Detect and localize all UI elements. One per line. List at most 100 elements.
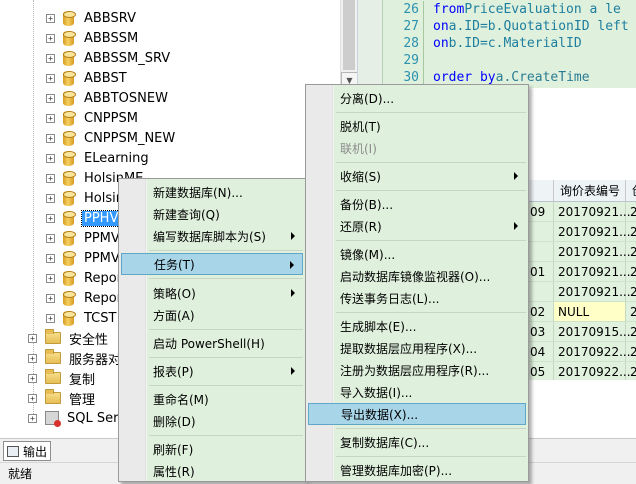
tree-node-db[interactable]: + CNPPSM: [46, 108, 140, 128]
expand-icon[interactable]: +: [46, 133, 55, 143]
grid-cell[interactable]: [526, 222, 554, 242]
tree-node-label[interactable]: PPMV: [82, 231, 122, 246]
tree-node-label[interactable]: CNPPSM: [82, 111, 140, 126]
expand-icon[interactable]: +: [28, 413, 37, 423]
tasks-submenu[interactable]: 分离(D)... 脱机(T) 联机(I) 收缩(S) 备份(B)... 还原(R…: [305, 84, 529, 482]
results-header[interactable]: 询价表编号: [554, 180, 626, 202]
expand-icon[interactable]: +: [46, 13, 55, 23]
tree-node-db[interactable]: + ELearning: [46, 148, 151, 168]
grid-cell[interactable]: 03: [526, 322, 554, 342]
grid-cell[interactable]: 2: [626, 222, 636, 242]
grid-cell[interactable]: [526, 282, 554, 302]
expand-icon[interactable]: +: [46, 233, 55, 243]
tree-node-db[interactable]: + ABBSSM: [46, 28, 140, 48]
expand-icon[interactable]: +: [46, 153, 55, 163]
tree-node-label[interactable]: 管理: [67, 389, 97, 408]
tree-node-label[interactable]: PPMV: [82, 251, 122, 266]
grid-cell[interactable]: 05: [526, 362, 554, 380]
menu-item-rename[interactable]: 重命名(M): [121, 388, 303, 410]
menu-item-mirror[interactable]: 镜像(M)...: [308, 243, 526, 265]
results-header-prev[interactable]: [526, 180, 554, 202]
tree-node-db[interactable]: + Repor: [46, 288, 124, 308]
menu-item-refresh[interactable]: 刷新(F): [121, 438, 303, 460]
tree-node-label[interactable]: ABBSSM_SRV: [82, 51, 172, 66]
tree-node-label[interactable]: ABBST: [82, 71, 129, 86]
expand-icon[interactable]: +: [28, 373, 37, 383]
menu-item-new-database[interactable]: 新建数据库(N)...: [121, 181, 303, 203]
expand-icon[interactable]: +: [46, 53, 55, 63]
expand-icon[interactable]: +: [46, 173, 55, 183]
menu-item-ship-transaction-logs[interactable]: 传送事务日志(L)...: [308, 287, 526, 309]
tree-scrollbar[interactable]: ▼: [340, 0, 357, 90]
grid-cell[interactable]: 20170915...: [554, 322, 631, 342]
menu-item-copy-database[interactable]: 复制数据库(C)...: [308, 431, 526, 453]
grid-cell[interactable]: 20170921...: [554, 282, 631, 302]
grid-cell[interactable]: 20170921...: [554, 262, 631, 282]
tree-node-folder[interactable]: + 安全性: [28, 328, 110, 348]
menu-item-extract-data-tier-app[interactable]: 提取数据层应用程序(X)...: [308, 337, 526, 359]
tree-node-db[interactable]: + Repor: [46, 268, 124, 288]
grid-cell-null[interactable]: NULL: [554, 302, 626, 322]
menu-item-script-database[interactable]: 编写数据库脚本为(S): [121, 225, 303, 247]
grid-cell[interactable]: 2: [626, 282, 636, 302]
menu-item-shrink[interactable]: 收缩(S): [308, 165, 526, 187]
grid-cell[interactable]: 20170921...: [554, 242, 631, 262]
grid-cell[interactable]: 2: [626, 342, 636, 362]
grid-cell[interactable]: 04: [526, 342, 554, 362]
expand-icon[interactable]: +: [46, 193, 55, 203]
menu-item-register-data-tier-app[interactable]: 注册为数据层应用程序(R)...: [308, 359, 526, 381]
expand-icon[interactable]: +: [46, 73, 55, 83]
menu-item-policies[interactable]: 策略(O): [121, 282, 303, 304]
tree-node-label[interactable]: TCST: [82, 311, 118, 326]
menu-item-generate-scripts[interactable]: 生成脚本(E)...: [308, 315, 526, 337]
grid-cell[interactable]: 2: [626, 202, 636, 222]
tree-node-db[interactable]: + PPMV: [46, 248, 122, 268]
tree-node-db[interactable]: + Holsin: [46, 188, 126, 208]
tree-node-label[interactable]: CNPPSM_NEW: [82, 131, 177, 146]
expand-icon[interactable]: +: [46, 93, 55, 103]
menu-item-properties[interactable]: 属性(R): [121, 460, 303, 482]
expand-icon[interactable]: +: [28, 333, 37, 343]
menu-item-detach[interactable]: 分离(D)...: [308, 87, 526, 109]
tree-node-label[interactable]: ABBSSM: [82, 31, 140, 46]
expand-icon[interactable]: +: [46, 213, 55, 223]
menu-item-new-query[interactable]: 新建查询(Q): [121, 203, 303, 225]
grid-cell[interactable]: 20170921...: [554, 222, 631, 242]
tree-node-db[interactable]: + TCST: [46, 308, 118, 328]
menu-item-restore[interactable]: 还原(R): [308, 215, 526, 237]
menu-item-launch-mirror-monitor[interactable]: 启动数据库镜像监视器(O)...: [308, 265, 526, 287]
results-header[interactable]: 创: [626, 180, 636, 202]
grid-cell[interactable]: 20170922...: [554, 362, 631, 380]
menu-item-backup[interactable]: 备份(B)...: [308, 193, 526, 215]
tree-node-db[interactable]: + ABBSRV: [46, 8, 138, 28]
expand-icon[interactable]: +: [28, 353, 37, 363]
menu-item-reports[interactable]: 报表(P): [121, 360, 303, 382]
grid-cell[interactable]: 2: [626, 262, 636, 282]
grid-cell[interactable]: 2: [626, 242, 636, 262]
tree-node-label[interactable]: ABBSRV: [82, 11, 138, 26]
expand-icon[interactable]: +: [46, 273, 55, 283]
output-tab[interactable]: 输出: [3, 441, 51, 461]
expand-icon[interactable]: +: [46, 293, 55, 303]
results-grid[interactable]: 询价表编号 创 09 20170921... 2 20170921... 2 2…: [526, 180, 636, 380]
menu-item-tasks[interactable]: 任务(T): [121, 253, 303, 275]
grid-cell[interactable]: 01: [526, 262, 554, 282]
menu-item-import-data[interactable]: 导入数据(I)...: [308, 381, 526, 403]
tree-node-folder[interactable]: + 管理: [28, 388, 97, 408]
menu-item-start-powershell[interactable]: 启动 PowerShell(H): [121, 332, 303, 354]
tree-node-db[interactable]: + CNPPSM_NEW: [46, 128, 177, 148]
expand-icon[interactable]: +: [46, 313, 55, 323]
scroll-thumb[interactable]: [343, 0, 355, 70]
menu-item-facets[interactable]: 方面(A): [121, 304, 303, 326]
tree-node-db[interactable]: + ABBTOSNEW: [46, 88, 170, 108]
grid-cell[interactable]: 02: [526, 302, 554, 322]
tree-node-label[interactable]: 安全性: [67, 329, 110, 348]
grid-cell[interactable]: 09: [526, 202, 554, 222]
tree-node-db[interactable]: + PPMV: [46, 228, 122, 248]
tree-node-label[interactable]: 复制: [67, 369, 97, 388]
tree-node-db[interactable]: + ABBST: [46, 68, 129, 88]
tree-node-folder[interactable]: + 复制: [28, 368, 97, 388]
menu-item-manage-encryption[interactable]: 管理数据库加密(P)...: [308, 459, 526, 481]
grid-cell[interactable]: [526, 242, 554, 262]
grid-cell[interactable]: 2: [626, 322, 636, 342]
